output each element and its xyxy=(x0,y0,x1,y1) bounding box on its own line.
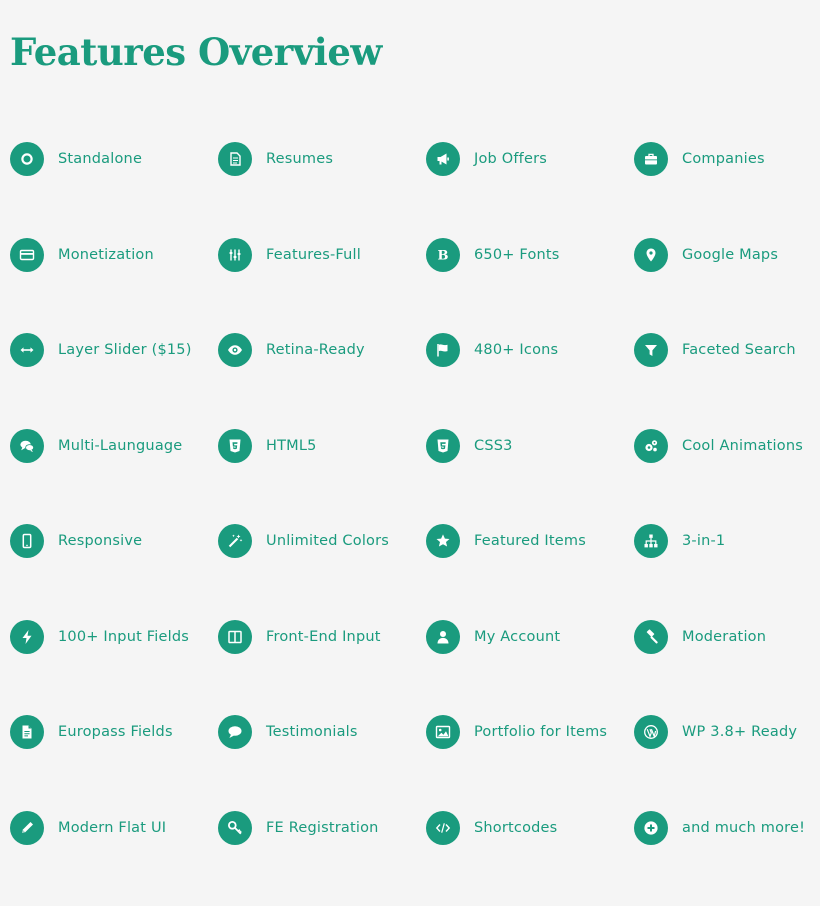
feature-label: 650+ Fonts xyxy=(474,246,560,263)
feature-label: Features-Full xyxy=(266,246,361,263)
feature-item: Retina-Ready xyxy=(218,333,426,381)
key-icon xyxy=(218,810,252,845)
feature-item: CSS3 xyxy=(426,428,634,477)
feature-item: HTML5 xyxy=(218,428,426,477)
mobile-icon xyxy=(10,524,44,558)
circle-outline-icon xyxy=(10,142,44,176)
feature-item: 100+ Input Fields xyxy=(10,619,218,668)
speech-bubble-icon xyxy=(218,715,252,749)
bold-b-icon: B xyxy=(426,237,460,272)
feature-item: Companies xyxy=(634,142,820,190)
css3-icon xyxy=(426,428,460,463)
feature-item: My Account xyxy=(426,619,634,668)
feature-label: Resumes xyxy=(266,151,334,167)
eye-icon xyxy=(218,333,252,367)
star-icon xyxy=(426,524,460,558)
feature-item: 480+ Icons xyxy=(426,333,634,381)
feature-item: Features-Full xyxy=(218,237,426,286)
map-pin-icon xyxy=(634,237,668,272)
feature-label: Shortcodes xyxy=(474,819,558,836)
feature-label: Modern Flat UI xyxy=(58,819,167,836)
feature-label: Job Offers xyxy=(474,151,548,167)
feature-label: Companies xyxy=(682,151,765,167)
feature-item: Standalone xyxy=(10,142,218,190)
feature-item: Shortcodes xyxy=(426,810,634,859)
horizontal-arrows-icon xyxy=(10,333,44,367)
lightning-icon xyxy=(10,619,44,654)
feature-item: FE Registration xyxy=(218,810,426,859)
svg-text:B: B xyxy=(438,248,449,262)
document-icon xyxy=(218,142,252,176)
page-title: Features Overview xyxy=(10,30,382,74)
file-text-icon xyxy=(10,715,44,749)
feature-label: FE Registration xyxy=(266,819,379,836)
gavel-icon xyxy=(634,619,668,654)
feature-label: Monetization xyxy=(58,246,154,263)
megaphone-icon xyxy=(426,142,460,176)
feature-item: Portfolio for Items xyxy=(426,715,634,763)
feature-item: Resumes xyxy=(218,142,426,190)
feature-label: CSS3 xyxy=(474,437,513,454)
feature-item: Moderation xyxy=(634,619,820,668)
feature-item: Faceted Search xyxy=(634,333,820,381)
feature-label: Responsive xyxy=(58,533,143,549)
feature-item: Job Offers xyxy=(426,142,634,190)
feature-label: Layer Slider ($15) xyxy=(58,342,192,358)
code-icon xyxy=(426,810,460,845)
feature-label: 100+ Input Fields xyxy=(58,628,190,645)
gears-icon xyxy=(634,428,668,463)
feature-item: 3-in-1 xyxy=(634,524,820,572)
feature-label: Europass Fields xyxy=(58,724,173,740)
feature-label: Cool Animations xyxy=(682,437,803,454)
sitemap-icon xyxy=(634,524,668,558)
feature-item: Europass Fields xyxy=(10,715,218,763)
feature-label: Standalone xyxy=(58,151,143,167)
plus-circle-icon xyxy=(634,810,668,845)
feature-item: Layer Slider ($15) xyxy=(10,333,218,381)
credit-card-icon xyxy=(10,237,44,272)
feature-label: Featured Items xyxy=(474,533,586,549)
feature-item: Responsive xyxy=(10,524,218,572)
feature-label: HTML5 xyxy=(266,437,317,454)
feature-label: Google Maps xyxy=(682,246,779,263)
magic-wand-icon xyxy=(218,524,252,558)
feature-label: Testimonials xyxy=(266,724,358,740)
feature-item: Featured Items xyxy=(426,524,634,572)
briefcase-icon xyxy=(634,142,668,176)
feature-label: Portfolio for Items xyxy=(474,724,608,740)
columns-icon xyxy=(218,619,252,654)
feature-item: Cool Animations xyxy=(634,428,820,477)
feature-label: Front-End Input xyxy=(266,628,381,645)
feature-item: Unlimited Colors xyxy=(218,524,426,572)
wordpress-icon xyxy=(634,715,668,749)
feature-label: Faceted Search xyxy=(682,342,796,358)
feature-item: WP 3.8+ Ready xyxy=(634,715,820,763)
pencil-icon xyxy=(10,810,44,845)
user-icon xyxy=(426,619,460,654)
chat-bubbles-icon xyxy=(10,428,44,463)
feature-item: Front-End Input xyxy=(218,619,426,668)
feature-label: Moderation xyxy=(682,628,767,645)
feature-label: and much more! xyxy=(682,819,806,836)
feature-item: B 650+ Fonts xyxy=(426,237,634,286)
features-grid: Standalone Resumes Job Offers Companies Mone… xyxy=(10,142,820,906)
sliders-icon xyxy=(218,237,252,272)
feature-item: and much more! xyxy=(634,810,820,859)
filter-icon xyxy=(634,333,668,367)
feature-item: Multi-Launguage xyxy=(10,428,218,477)
feature-item: Testimonials xyxy=(218,715,426,763)
feature-label: 480+ Icons xyxy=(474,342,559,358)
feature-label: 3-in-1 xyxy=(682,533,726,549)
html5-icon xyxy=(218,428,252,463)
feature-item: Monetization xyxy=(10,237,218,286)
feature-item: Modern Flat UI xyxy=(10,810,218,859)
feature-label: Retina-Ready xyxy=(266,342,365,358)
feature-label: WP 3.8+ Ready xyxy=(682,724,798,740)
picture-icon xyxy=(426,715,460,749)
feature-label: Unlimited Colors xyxy=(266,533,390,549)
feature-item: Google Maps xyxy=(634,237,820,286)
feature-label: Multi-Launguage xyxy=(58,437,183,454)
flag-icon xyxy=(426,333,460,367)
feature-label: My Account xyxy=(474,628,561,645)
